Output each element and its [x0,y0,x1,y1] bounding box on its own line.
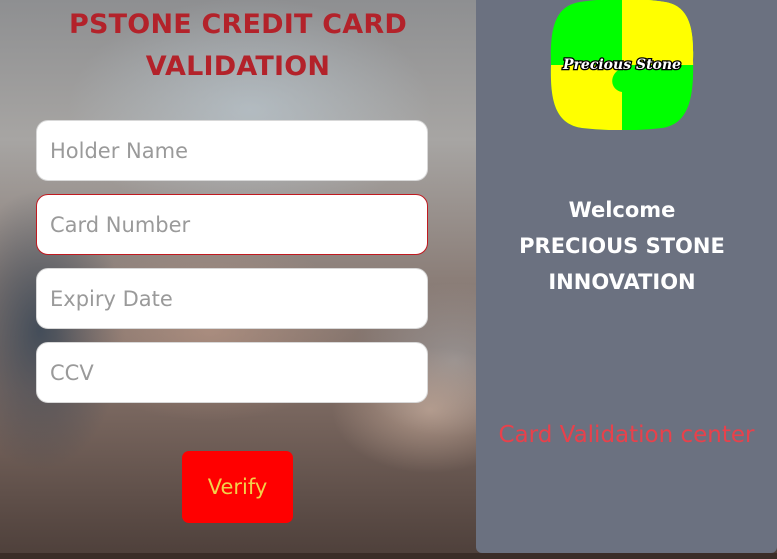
welcome-message: Welcome PRECIOUS STONE INNOVATION [476,192,768,300]
bottom-strip [0,553,777,559]
welcome-line-2: PRECIOUS STONE [519,234,725,258]
holder-name-input[interactable] [36,120,428,181]
tagline: Card Validation center [498,422,755,448]
precious-stone-logo: Precious Stone [550,0,694,130]
logo-text: Precious Stone [562,57,681,73]
validation-form-panel: PSTONE CREDIT CARD VALIDATION Verify [0,0,476,559]
verify-button[interactable]: Verify [182,451,293,523]
title-line-2: VALIDATION [145,51,331,82]
expiry-date-input[interactable] [36,268,428,329]
welcome-sidebar: Precious Stone Welcome PRECIOUS STONE IN… [476,0,777,553]
ccv-input[interactable] [36,342,428,403]
welcome-line-3: INNOVATION [548,270,696,294]
title-line-1: PSTONE CREDIT CARD [69,9,407,40]
welcome-line-1: Welcome [568,198,676,222]
page-title: PSTONE CREDIT CARD VALIDATION [18,4,458,88]
card-number-input[interactable] [36,194,428,255]
